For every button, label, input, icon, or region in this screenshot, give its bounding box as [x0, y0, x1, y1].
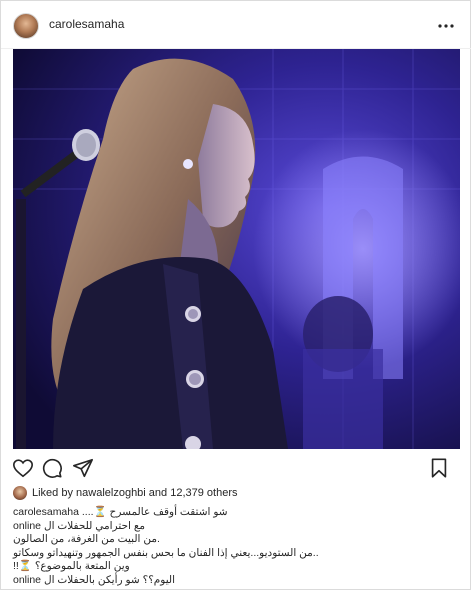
likes-prefix: Liked by	[32, 487, 77, 499]
bookmark-icon[interactable]	[428, 457, 450, 479]
heart-icon[interactable]	[12, 457, 34, 479]
caption-username[interactable]: carolesamaha	[13, 506, 79, 518]
caption-line-2: مع احترامي للحفلات ال online	[13, 519, 146, 532]
more-options-icon[interactable]	[434, 14, 458, 38]
caption-line-5: وين المتعة بالموضوع؟ ⏳!!	[13, 560, 130, 573]
paper-plane-icon[interactable]	[72, 457, 94, 479]
instagram-post: carolesamaha Liked by nawalelzoghbi and …	[0, 0, 471, 590]
post-photo[interactable]	[13, 49, 460, 449]
caption-line-1: carolesamaha شو اشتقت أوقف عالمسرح ⏳....	[13, 506, 460, 520]
post-username[interactable]: carolesamaha	[49, 17, 124, 31]
post-caption: carolesamaha شو اشتقت أوقف عالمسرح ⏳....…	[13, 506, 460, 588]
profile-avatar[interactable]	[13, 13, 39, 39]
liker-username[interactable]: nawalelzoghbi	[76, 487, 146, 499]
caption-text-1: شو اشتقت أوقف عالمسرح ⏳....	[81, 506, 228, 518]
likes-count[interactable]: 12,379	[170, 487, 204, 499]
likes-middle: and	[145, 487, 171, 499]
comment-icon[interactable]	[41, 457, 63, 479]
caption-line-3: .من البيت من الغرفة، من الصالون	[13, 533, 160, 546]
caption-line-6: اليوم؟؟ شو رأيكن بالحفلات ال online	[13, 573, 176, 586]
post-header: carolesamaha	[1, 1, 471, 49]
likes-summary: Liked by nawalelzoghbi and 12,379 others	[13, 485, 238, 501]
liker-avatar[interactable]	[13, 486, 27, 500]
caption-line-4: ..من الستوديو...يعني إذا الفنان ما بحس ب…	[13, 546, 319, 559]
likes-suffix: others	[203, 487, 238, 499]
post-actions	[1, 453, 471, 483]
